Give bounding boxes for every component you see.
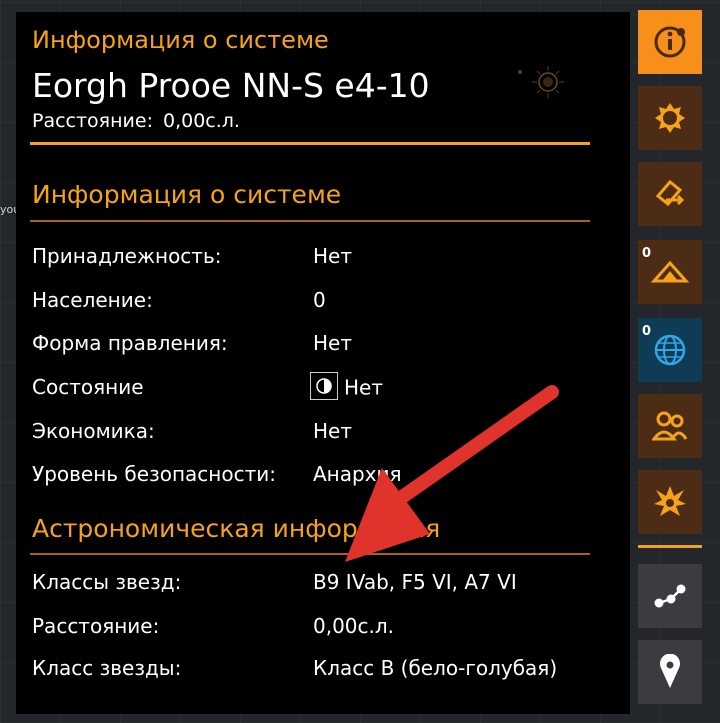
row-value: 0,00с.л.: [313, 614, 395, 638]
badge-count: 0: [642, 246, 652, 261]
section-divider: [30, 553, 590, 555]
nodes-icon: [654, 584, 686, 608]
sidebar-button-star[interactable]: [638, 86, 702, 150]
planet-icon: [650, 260, 690, 283]
row-label: Принадлежность:: [32, 244, 222, 268]
row-label: Класс звезды:: [32, 656, 182, 680]
header-distance: Расстояние: 0,00с.л.: [32, 110, 240, 132]
row-label: Уровень безопасности:: [32, 462, 276, 486]
info-row: Класс звезды: Класс B (бело-голубая): [32, 656, 592, 686]
sidebar-button-location[interactable]: [638, 640, 702, 704]
info-row: Классы звезд: B9 IVab, F5 VI, A7 VI: [32, 570, 592, 600]
row-value: Нет: [344, 375, 383, 400]
sidebar: 0 0: [638, 0, 720, 723]
row-value: 0: [313, 288, 326, 312]
sidebar-divider: [638, 545, 702, 548]
info-row: Состояние Нет: [32, 372, 592, 405]
distance-value: 0,00с.л.: [162, 110, 240, 132]
sidebar-button-people[interactable]: [638, 394, 702, 458]
people-icon: [652, 411, 688, 441]
section-title-astro-info: Астрономическая информация: [32, 514, 441, 543]
system-name: Eorgh Prooe NN-S e4-10: [32, 66, 430, 105]
row-value: B9 IVab, F5 VI, A7 VI: [313, 570, 517, 594]
contrast-icon: [310, 372, 338, 400]
sidebar-button-info[interactable]: [638, 10, 702, 74]
star-icon: [655, 103, 685, 133]
row-label: Состояние: [32, 375, 144, 399]
row-value: Класс B (бело-голубая): [313, 656, 558, 680]
section-title-system-info: Информация о системе: [32, 180, 342, 209]
info-row: Принадлежность: Нет: [32, 244, 592, 274]
sidebar-button-planet[interactable]: 0: [638, 240, 702, 304]
section-divider: [30, 220, 590, 222]
location-pin-icon: [660, 654, 680, 688]
info-row: Население: 0: [32, 288, 592, 318]
row-value: Анархия: [313, 462, 402, 486]
row-label: Классы звезд:: [32, 570, 182, 594]
row-label: Экономика:: [32, 419, 155, 443]
info-row: Форма правления: Нет: [32, 331, 592, 361]
row-label: Население:: [32, 288, 153, 312]
distance-label: Расстояние:: [32, 110, 153, 132]
info-icon: [654, 26, 686, 58]
row-value: Нет: [313, 419, 352, 443]
info-row: Расстояние: 0,00с.л.: [32, 614, 592, 644]
sidebar-button-nodes[interactable]: [638, 564, 702, 628]
row-value: Нет: [313, 331, 352, 355]
globe-icon: [654, 334, 686, 366]
sidebar-button-explosion[interactable]: [638, 470, 702, 534]
sidebar-button-route[interactable]: [638, 162, 702, 226]
sidebar-button-globe[interactable]: 0: [638, 318, 702, 382]
explosion-icon: [654, 486, 686, 516]
panel-subtitle: Информация о системе: [32, 26, 329, 54]
header-divider: [30, 142, 590, 145]
badge-count: 0: [642, 324, 652, 339]
info-row: Экономика: Нет: [32, 419, 592, 449]
info-row: Уровень безопасности: Анархия: [32, 462, 592, 492]
route-icon: [655, 179, 685, 207]
row-label: Расстояние:: [32, 614, 160, 638]
row-label: Форма правления:: [32, 331, 228, 355]
row-value: Нет: [313, 244, 352, 268]
star-glow-icon: [518, 66, 564, 98]
